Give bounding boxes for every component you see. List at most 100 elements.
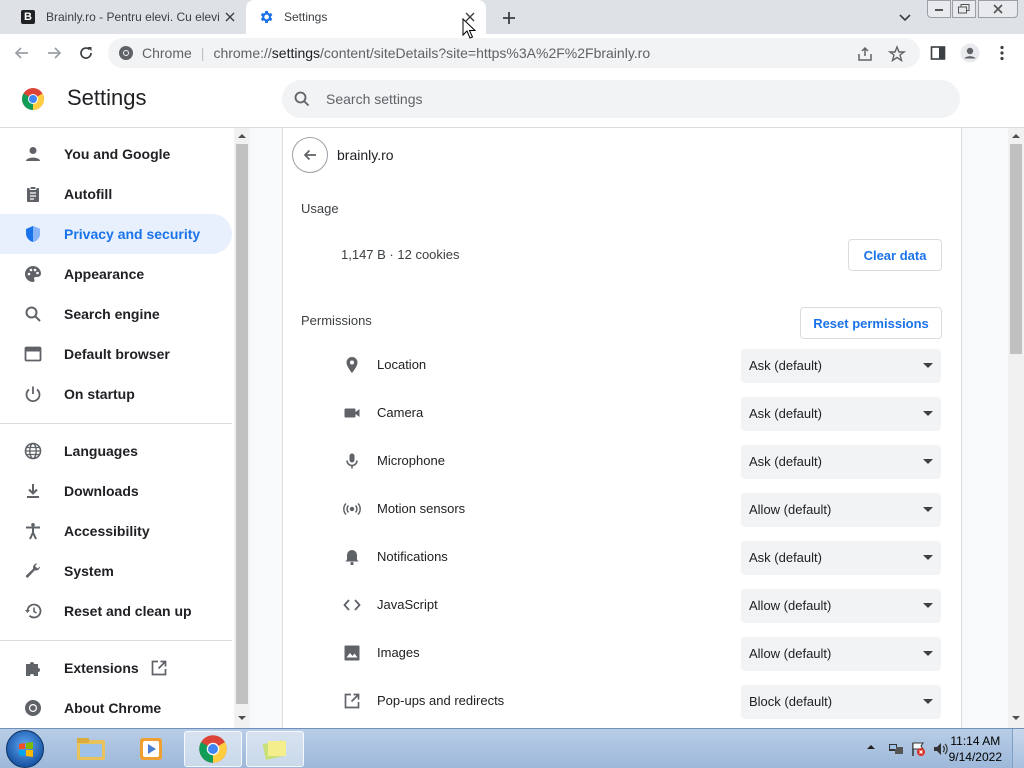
reset-permissions-button[interactable]: Reset permissions <box>800 307 942 339</box>
menu-button[interactable] <box>990 41 1014 65</box>
select-value: Ask (default) <box>749 358 822 373</box>
bookmark-star-icon[interactable] <box>888 45 906 63</box>
permission-select-microphone[interactable]: Ask (default) <box>741 445 941 479</box>
sidebar-item-extensions[interactable]: Extensions <box>0 648 232 688</box>
puzzle-icon <box>24 659 42 677</box>
sidebar-item-accessibility[interactable]: Accessibility <box>0 511 232 551</box>
main-scroll-thumb[interactable] <box>1010 144 1022 354</box>
brainly-icon: B <box>20 9 36 25</box>
close-tab-icon[interactable] <box>220 7 240 27</box>
share-icon[interactable] <box>856 45 874 63</box>
main-scrollbar[interactable] <box>1008 128 1024 728</box>
sidebar-scroll-thumb[interactable] <box>236 144 248 704</box>
power-icon <box>24 385 42 403</box>
arrow-back-icon <box>303 149 316 161</box>
search-input[interactable] <box>326 91 886 107</box>
tab-brainly[interactable]: B Brainly.ro - Pentru elevi. Cu elevi. <box>8 0 246 34</box>
sidebar-item-privacy-and-security[interactable]: Privacy and security <box>0 214 232 254</box>
select-value: Allow (default) <box>749 598 832 613</box>
permission-row-motion-sensors: Motion sensors Allow (default) <box>283 486 963 534</box>
sidebar-item-on-startup[interactable]: On startup <box>0 374 232 414</box>
sidebar-item-downloads[interactable]: Downloads <box>0 471 232 511</box>
permission-select-images[interactable]: Allow (default) <box>741 637 941 671</box>
location-pin-icon <box>343 356 361 374</box>
taskbar-media-player[interactable] <box>122 731 180 767</box>
sidebar-item-you-and-google[interactable]: You and Google <box>0 134 232 174</box>
taskbar-explorer[interactable] <box>62 731 120 767</box>
url-rest: /content/siteDetails?site=https%3A%2F%2F… <box>320 45 651 61</box>
forward-button[interactable] <box>42 41 66 65</box>
show-desktop-button[interactable] <box>1012 729 1024 768</box>
chrome-logo-icon <box>21 87 45 111</box>
action-center-flag-icon[interactable] <box>910 741 926 757</box>
settings-search[interactable] <box>282 80 960 118</box>
windows-logo-icon <box>19 742 33 757</box>
dropdown-caret-icon <box>923 603 933 608</box>
clear-data-button[interactable]: Clear data <box>848 239 942 271</box>
permission-select-location[interactable]: Ask (default) <box>741 349 941 383</box>
volume-icon[interactable] <box>932 741 948 757</box>
reload-button[interactable] <box>74 41 98 65</box>
restore-button[interactable] <box>952 0 976 18</box>
reload-icon <box>80 47 92 59</box>
permission-select-camera[interactable]: Ask (default) <box>741 397 941 431</box>
select-value: Block (default) <box>749 694 833 709</box>
minimize-button[interactable] <box>927 0 951 18</box>
side-panel-icon <box>930 46 946 60</box>
permission-select-javascript[interactable]: Allow (default) <box>741 589 941 623</box>
address-bar[interactable]: Chrome | chrome://settings/content/siteD… <box>108 38 920 68</box>
tab-title: Settings <box>284 10 328 24</box>
sidebar-item-about-chrome[interactable]: About Chrome <box>0 688 232 728</box>
taskbar-chrome[interactable] <box>184 731 242 767</box>
sidebar-item-autofill[interactable]: Autofill <box>0 174 232 214</box>
side-panel-button[interactable] <box>926 41 950 65</box>
new-tab-button[interactable] <box>498 7 520 29</box>
sidebar-item-search-engine[interactable]: Search engine <box>0 294 232 334</box>
tab-settings[interactable]: Settings <box>246 0 486 34</box>
permission-label: Images <box>377 645 420 660</box>
scroll-down-arrow-icon <box>238 716 246 720</box>
back-arrow-button[interactable] <box>292 137 328 173</box>
system-tray: 11:14 AM 9/14/2022 <box>844 729 1024 768</box>
network-icon[interactable] <box>888 741 904 757</box>
arrow-right-icon <box>48 47 62 59</box>
palette-icon <box>24 265 42 283</box>
browser-toolbar: Chrome | chrome://settings/content/siteD… <box>0 34 1024 72</box>
window-close-button[interactable] <box>978 0 1018 18</box>
dropdown-caret-icon <box>923 555 933 560</box>
back-button[interactable] <box>10 41 34 65</box>
clock-time: 11:14 AM <box>950 734 1001 748</box>
permission-row-popups: Pop-ups and redirects Block (default) <box>283 678 963 726</box>
history-reset-icon <box>24 602 42 620</box>
taskbar-sticky-notes[interactable] <box>246 731 304 767</box>
usage-summary: 1,147 B · 12 cookies <box>341 247 460 262</box>
permission-select-motion-sensors[interactable]: Allow (default) <box>741 493 941 527</box>
kebab-menu-icon <box>1000 45 1004 61</box>
camera-icon <box>343 404 361 422</box>
plus-icon <box>503 12 515 24</box>
permission-select-notifications[interactable]: Ask (default) <box>741 541 941 575</box>
tab-search-chevron-icon[interactable] <box>896 8 914 26</box>
tray-expand-icon[interactable] <box>866 742 876 752</box>
sidebar-item-label: Accessibility <box>64 523 150 539</box>
sidebar-item-appearance[interactable]: Appearance <box>0 254 232 294</box>
profile-button[interactable] <box>958 41 982 65</box>
sidebar-item-default-browser[interactable]: Default browser <box>0 334 232 374</box>
sidebar-item-reset-and-clean-up[interactable]: Reset and clean up <box>0 591 232 631</box>
tab-title: Brainly.ro - Pentru elevi. Cu elevi. <box>46 10 220 24</box>
clock-date: 9/14/2022 <box>948 750 1002 764</box>
start-button[interactable] <box>6 730 44 768</box>
scroll-up-arrow-icon <box>238 134 246 138</box>
permission-select-popups[interactable]: Block (default) <box>741 685 941 719</box>
clipboard-icon <box>24 185 42 203</box>
sidebar-item-languages[interactable]: Languages <box>0 431 232 471</box>
dropdown-caret-icon <box>923 699 933 704</box>
image-icon <box>343 644 361 662</box>
sidebar-item-label: Appearance <box>64 266 145 282</box>
sidebar-scrollbar[interactable] <box>234 128 250 728</box>
scroll-up-arrow-icon <box>1012 134 1020 138</box>
windows-taskbar: 11:14 AM 9/14/2022 <box>0 728 1024 768</box>
select-value: Ask (default) <box>749 454 822 469</box>
taskbar-clock[interactable]: 11:14 AM 9/14/2022 <box>949 733 1002 765</box>
sidebar-item-system[interactable]: System <box>0 551 232 591</box>
